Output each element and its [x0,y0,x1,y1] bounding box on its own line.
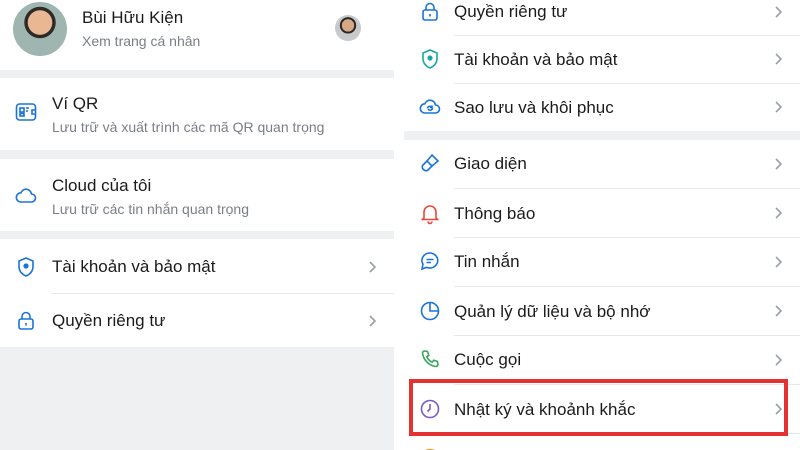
right-settings-panel: Quyền riêng tư Tài khoản và bảo mật Sao … [404,0,800,450]
cloud-sync-icon [418,95,442,119]
settings-item-label: Giao diện [454,154,527,173]
chevron-right-icon [772,99,784,115]
qr-wallet-item[interactable]: Ví QR Lưu trữ và xuất trình các mã QR qu… [0,78,394,150]
settings-item-data-storage[interactable]: Quản lý dữ liệu và bộ nhớ [404,287,800,335]
chat-icon [418,249,442,273]
my-cloud-item[interactable]: Cloud của tôi Lưu trữ các tin nhắn quan … [0,159,394,231]
chevron-right-icon [772,205,784,221]
qr-wallet-icon [14,100,38,124]
settings-item-label: Thông báo [454,204,536,223]
settings-item-label: Quyền riêng tư [454,2,568,21]
bell-icon [418,201,442,225]
lock-icon [418,0,442,24]
profile-block[interactable]: Bùi Hữu Kiện Xem trang cá nhân [0,0,394,70]
switch-account-avatar[interactable] [335,15,361,41]
cloud-icon [14,184,38,208]
my-cloud-title: Cloud của tôi [52,176,152,195]
settings-item-label: Cuộc gọi [454,350,522,369]
settings-item-label: Tin nhắn [454,252,520,271]
my-cloud-subtitle: Lưu trữ các tin nhắn quan trọng [52,201,249,217]
avatar[interactable] [13,2,67,56]
privacy-label: Quyền riêng tư [52,311,166,330]
settings-item-label: Tài khoản và bảo mật [454,50,618,69]
settings-item-backup-restore[interactable]: Sao lưu và khôi phục [404,84,800,131]
account-group: Quyền riêng tư Tài khoản và bảo mật Sao … [404,0,800,131]
shield-icon [14,255,38,279]
settings-item-calls[interactable]: Cuộc gọi [404,336,800,384]
settings-item-label: Nhật ký và khoảnh khắc [454,400,636,419]
pie-chart-icon [418,299,442,323]
account-security-label: Tài khoản và bảo mật [52,257,216,276]
paintbrush-icon [418,151,442,175]
chevron-right-icon [366,259,378,275]
settings-item-label: Sao lưu và khôi phục [454,98,614,117]
settings-item-account-security[interactable]: Tài khoản và bảo mật [404,36,800,83]
lock-icon [14,309,38,333]
phone-icon [418,347,442,371]
settings-item-appearance[interactable]: Giao diện [404,140,800,188]
chevron-right-icon [772,4,784,20]
chevron-right-icon [772,352,784,368]
profile-subtitle: Xem trang cá nhân [82,33,201,49]
left-settings-panel: Bùi Hữu Kiện Xem trang cá nhân Ví QR Lưu… [0,0,394,450]
preferences-group: Giao diện Thông báo Tin nhắn Quản lý dữ … [404,140,800,450]
chevron-right-icon [772,156,784,172]
privacy-item[interactable]: Quyền riêng tư [0,294,394,347]
chevron-right-icon [772,303,784,319]
chevron-right-icon [772,401,784,417]
security-group: Tài khoản và bảo mật Quyền riêng tư [0,239,394,347]
qr-wallet-subtitle: Lưu trữ và xuất trình các mã QR quan trọ… [52,119,325,135]
qr-wallet-title: Ví QR [52,94,99,113]
clock-icon [418,397,442,421]
shield-icon [418,47,442,71]
settings-item-messages[interactable]: Tin nhắn [404,238,800,286]
account-security-item[interactable]: Tài khoản và bảo mật [0,239,394,293]
partial-icon [418,446,442,450]
panel-separator [394,0,404,450]
settings-item-partial[interactable] [404,434,800,450]
settings-item-privacy[interactable]: Quyền riêng tư [404,0,800,35]
profile-name: Bùi Hữu Kiện [82,8,184,27]
settings-item-label: Quản lý dữ liệu và bộ nhớ [454,302,651,321]
chevron-right-icon [366,313,378,329]
chevron-right-icon [772,254,784,270]
chevron-right-icon [772,51,784,67]
settings-item-diary-moments[interactable]: Nhật ký và khoảnh khắc [404,385,800,433]
settings-item-notifications[interactable]: Thông báo [404,189,800,237]
